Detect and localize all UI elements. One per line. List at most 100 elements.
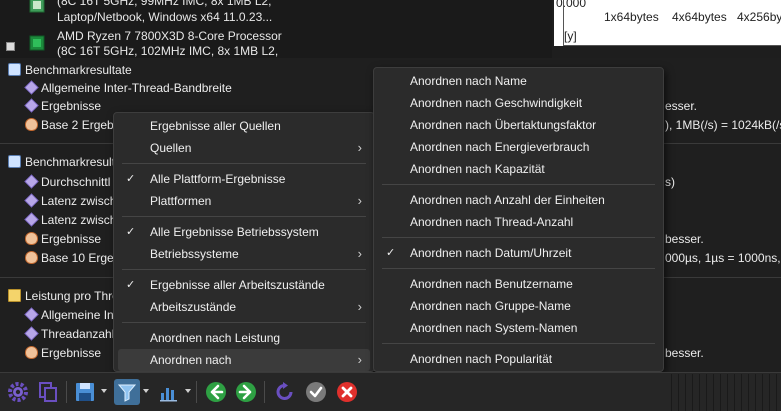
back-icon[interactable] (203, 379, 229, 405)
menu-separator (122, 216, 366, 217)
copy-icon[interactable] (35, 379, 61, 405)
menu-item-label: Anordnen nach Datum/Uhrzeit (410, 246, 572, 260)
benchmark-icon (8, 63, 21, 76)
toolbar-separator (196, 381, 197, 403)
check-icon: ✓ (386, 247, 396, 259)
tree-item-label: Threadanzahl (41, 327, 115, 341)
check-icon: ✓ (126, 173, 136, 185)
chevron-down-icon[interactable] (101, 389, 107, 393)
menu-item-all-os[interactable]: ✓ Alle Ergebnisse Betriebssystem (118, 221, 370, 243)
menu-item-sort-popularity[interactable]: Anordnen nach Popularität (378, 348, 659, 370)
menu-item-label: Anordnen nach Kapazität (410, 162, 545, 176)
menu-item-sort-datetime[interactable]: ✓ Anordnen nach Datum/Uhrzeit (378, 242, 659, 264)
menu-item-sort-username[interactable]: Anordnen nach Benutzername (378, 273, 659, 295)
menu-item-all-sources[interactable]: Ergebnisse aller Quellen (118, 115, 370, 137)
result-description: 000µs, 1µs = 1000ns, u (665, 251, 781, 265)
submenu-arrow-icon: › (357, 299, 362, 314)
menu-item-sort-system[interactable]: Anordnen nach System-Namen (378, 317, 659, 339)
tree-item-label: Latenz zwisch (41, 213, 117, 227)
menu-item-all-workstates[interactable]: ✓ Ergebnisse aller Arbeitszustände (118, 274, 370, 296)
tree-item-label: Ergebnisse (41, 232, 102, 246)
menu-item-all-platforms[interactable]: ✓ Alle Plattform-Ergebnisse (118, 168, 370, 190)
device-name: (8C 16T 5GHz, 99MHz IMC, 8x 1MB L2, (57, 0, 272, 8)
result-description: besser. (665, 232, 704, 246)
cpu-chip-icon (27, 0, 47, 14)
menu-item-label: Ergebnisse aller Arbeitszustände (150, 278, 325, 292)
device-row[interactable]: AMD Ryzen 7 7800X3D 8-Core Processor (8C… (0, 28, 552, 58)
ok-icon[interactable] (303, 379, 329, 405)
menu-item-sort-capacity[interactable]: Anordnen nach Kapazität (378, 158, 659, 180)
toolbar-separator (264, 381, 265, 403)
info-diamond-icon (24, 212, 39, 227)
forward-icon[interactable] (233, 379, 259, 405)
info-diamond-icon (24, 307, 39, 322)
menu-item-label: Alle Plattform-Ergebnisse (150, 172, 286, 186)
menu-item-label: Anordnen nach Thread-Anzahl (410, 215, 574, 229)
tree-item-label: Allgemeine In (41, 308, 114, 322)
menu-item-label: Anordnen nach Leistung (150, 331, 281, 345)
menu-item-sort-by[interactable]: Anordnen nach › (118, 349, 370, 371)
tree-group-title: Leistung pro Thre (25, 289, 119, 303)
menu-item-os[interactable]: Betriebssysteme › (118, 243, 370, 265)
tree-item-label: Base 2 Ergeb (41, 118, 114, 132)
menu-item-label: Arbeitszustände (150, 300, 237, 314)
result-description: besser. (665, 346, 704, 360)
menu-item-sort-power[interactable]: Anordnen nach Energieverbrauch (378, 136, 659, 158)
menu-item-sources[interactable]: Quellen › (118, 137, 370, 159)
menu-item-sort-threads[interactable]: Anordnen nach Thread-Anzahl (378, 211, 659, 233)
tree-item-label: Base 10 Ergeb (41, 251, 121, 265)
submenu-arrow-icon: › (357, 193, 362, 208)
chart-frame (563, 0, 781, 46)
result-description: esser. (665, 99, 698, 113)
menu-separator (122, 322, 366, 323)
menu-item-platforms[interactable]: Plattformen › (118, 190, 370, 212)
info-diamond-icon (24, 174, 39, 189)
menu-item-label: Anordnen nach Gruppe-Name (410, 299, 571, 313)
menu-item-sort-performance[interactable]: Anordnen nach Leistung (118, 327, 370, 349)
app-window: (8C 16T 5GHz, 99MHz IMC, 8x 1MB L2, Lapt… (0, 0, 781, 411)
device-details: (8C 16T 5GHz, 102MHz IMC, 8x 1MB L2, (57, 44, 279, 58)
result-bulb-icon (25, 251, 38, 264)
benchmark-icon (8, 155, 21, 168)
device-name: AMD Ryzen 7 7800X3D 8-Core Processor (57, 29, 282, 43)
toolbar-overflow-area (665, 374, 781, 411)
menu-item-label: Alle Ergebnisse Betriebssystem (150, 225, 319, 239)
sort-submenu: Anordnen nach Name Anordnen nach Geschwi… (373, 67, 664, 372)
menu-separator (122, 163, 366, 164)
menu-separator (382, 343, 655, 344)
menu-item-label: Quellen (150, 141, 192, 155)
menu-item-sort-overclock[interactable]: Anordnen nach Übertaktungsfaktor (378, 114, 659, 136)
menu-item-sort-group[interactable]: Anordnen nach Gruppe-Name (378, 295, 659, 317)
filter-context-menu: Ergebnisse aller Quellen Quellen › ✓ Alle … (113, 112, 375, 372)
result-bulb-icon (25, 232, 38, 245)
info-diamond-icon (24, 326, 39, 341)
chevron-down-icon[interactable] (143, 389, 149, 393)
filter-icon[interactable] (114, 379, 140, 405)
result-description: s) (665, 175, 675, 189)
result-description: ), 1MB(/s) = 1024kB(/s (665, 118, 781, 132)
gear-icon[interactable] (5, 379, 31, 405)
submenu-arrow-icon: › (357, 140, 362, 155)
tree-group-title: Benchmarkresulta (25, 155, 122, 169)
submenu-arrow-icon: › (357, 352, 362, 367)
chevron-down-icon[interactable] (185, 389, 191, 393)
save-icon[interactable] (72, 379, 98, 405)
menu-item-label: Ergebnisse aller Quellen (150, 119, 281, 133)
device-checkbox[interactable] (6, 42, 15, 51)
menu-item-label: Betriebssysteme (150, 247, 239, 261)
menu-separator (122, 269, 366, 270)
menu-item-sort-speed[interactable]: Anordnen nach Geschwindigkeit (378, 92, 659, 114)
chart-icon[interactable] (156, 379, 182, 405)
menu-item-label: Anordnen nach Geschwindigkeit (410, 96, 583, 110)
refresh-icon[interactable] (272, 379, 298, 405)
device-row[interactable]: (8C 16T 5GHz, 99MHz IMC, 8x 1MB L2, Lapt… (0, 0, 552, 24)
menu-separator (382, 237, 655, 238)
menu-item-sort-name[interactable]: Anordnen nach Name (378, 70, 659, 92)
submenu-arrow-icon: › (357, 246, 362, 261)
menu-item-sort-units[interactable]: Anordnen nach Anzahl der Einheiten (378, 189, 659, 211)
menu-item-workstates[interactable]: Arbeitszustände › (118, 296, 370, 318)
menu-item-label: Anordnen nach Übertaktungsfaktor (410, 118, 597, 132)
cancel-icon[interactable] (334, 379, 360, 405)
device-list: (8C 16T 5GHz, 99MHz IMC, 8x 1MB L2, Lapt… (0, 0, 552, 62)
menu-item-label: Anordnen nach System-Namen (410, 321, 578, 335)
